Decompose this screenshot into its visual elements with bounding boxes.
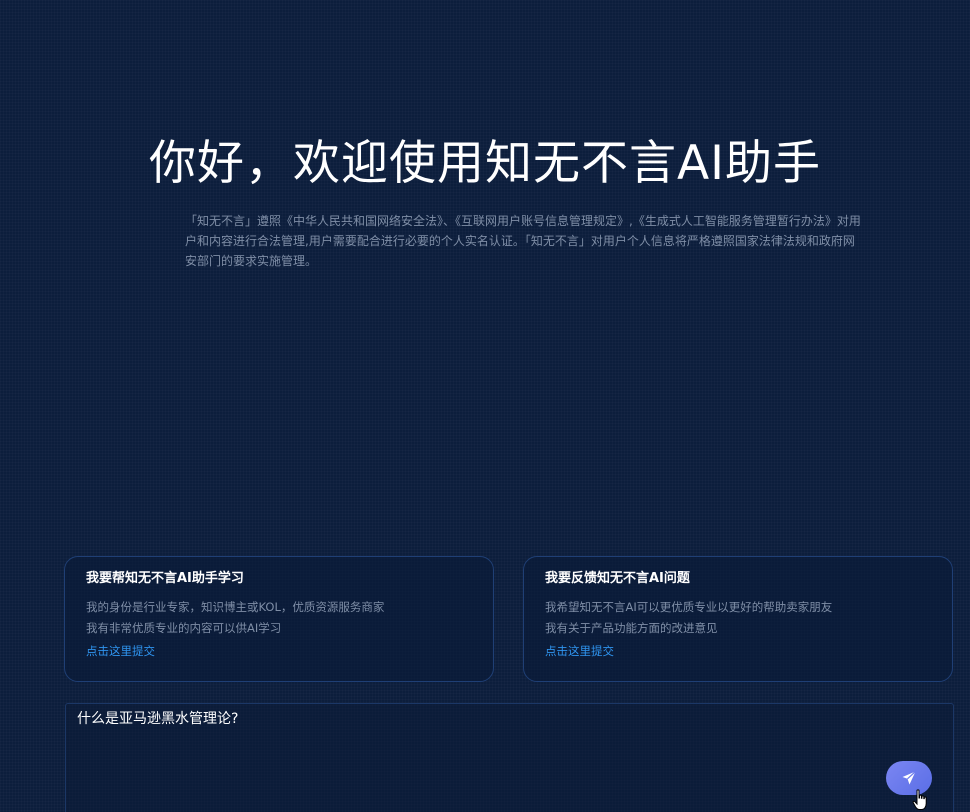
legal-notice: 「知无不言」遵照《中华人民共和国网络安全法》、《互联网用户账号信息管理规定》,《…: [185, 214, 861, 268]
page: 你好，欢迎使用知无不言AI助手 「知无不言」遵照《中华人民共和国网络安全法》、《…: [0, 0, 970, 812]
teach-ai-card-title: 我要帮知无不言AI助手学习: [86, 571, 244, 586]
chat-input[interactable]: 什么是亚马逊黑水管理论?: [77, 708, 867, 788]
chat-input-box: 什么是亚马逊黑水管理论?: [65, 703, 954, 812]
feedback-card-desc-1: 我希望知无不言AI可以更优质专业以更好的帮助卖家朋友: [545, 600, 833, 614]
teach-ai-submit-link[interactable]: 点击这里提交: [86, 642, 155, 660]
feedback-card: 我要反馈知无不言AI问题 我希望知无不言AI可以更优质专业以更好的帮助卖家朋友 …: [523, 556, 953, 682]
feedback-card-title: 我要反馈知无不言AI问题: [545, 571, 690, 586]
feedback-submit-link[interactable]: 点击这里提交: [545, 642, 614, 660]
teach-ai-card: 我要帮知无不言AI助手学习 我的身份是行业专家，知识博主或KOL，优质资源服务商…: [64, 556, 494, 682]
feedback-card-desc-2: 我有关于产品功能方面的改进意见: [545, 621, 718, 635]
page-title: 你好，欢迎使用知无不言AI助手: [148, 136, 821, 191]
send-icon: [902, 771, 916, 785]
teach-ai-card-desc-2: 我有非常优质专业的内容可以供AI学习: [86, 621, 282, 635]
send-button[interactable]: [886, 761, 932, 795]
teach-ai-card-desc-1: 我的身份是行业专家，知识博主或KOL，优质资源服务商家: [86, 600, 385, 614]
